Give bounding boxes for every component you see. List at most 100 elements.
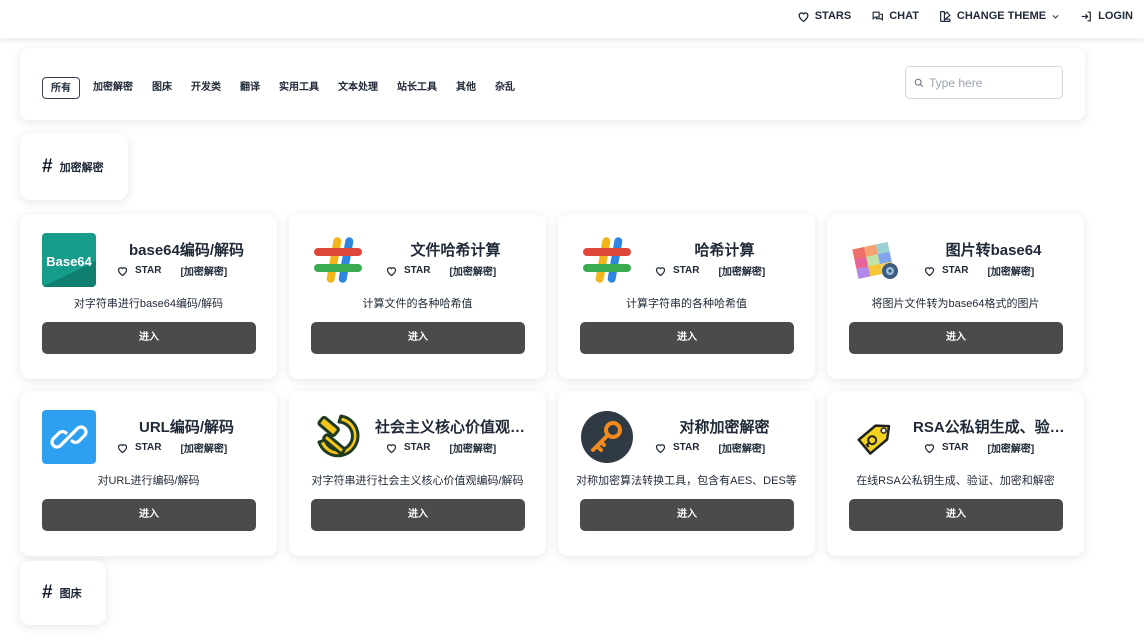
filter-card: 所有 加密解密 图床 开发类 翻译 实用工具 文本处理 站长工具 其他 杂乱 [20, 48, 1085, 120]
card-description: 计算字符串的各种哈希值 [626, 298, 747, 310]
card-tag: [加密解密] [180, 267, 228, 278]
star-button[interactable]: STAR [404, 265, 430, 276]
star-button[interactable]: STAR [135, 442, 161, 453]
tool-card-image-base64: 图片转base64 STAR [加密解密] 将图片文件转为base64格式的图片… [827, 214, 1084, 379]
search-box[interactable] [905, 66, 1063, 99]
tab-webmaster[interactable]: 站长工具 [393, 77, 441, 99]
login-icon [1081, 11, 1092, 21]
tab-misc[interactable]: 杂乱 [491, 77, 519, 99]
card-meta: STAR [加密解密] [923, 263, 1034, 278]
card-title: RSA公私钥生成、验证、加密和解密 [913, 419, 1074, 436]
card-description: 计算文件的各种哈希值 [362, 298, 473, 310]
tab-crypto[interactable]: 加密解密 [89, 77, 137, 99]
card-tag: [加密解密] [449, 267, 497, 278]
tab-dev[interactable]: 开发类 [187, 77, 225, 99]
card-meta: STAR [加密解密] [116, 263, 227, 278]
card-title: base64编码/解码 [128, 242, 245, 259]
card-tag: [加密解密] [718, 267, 766, 278]
tab-text[interactable]: 文本处理 [334, 77, 382, 99]
link-icon [42, 410, 96, 464]
tool-card-core-values: 社会主义核心价值观编码/解码 STAR [加密解密] 对字符串进行社会主义核心价… [289, 391, 546, 556]
heart-icon [798, 11, 809, 22]
card-title: 哈希计算 [694, 242, 755, 259]
card-tag: [加密解密] [987, 444, 1035, 455]
section-header-image-host: # 图床 [20, 561, 106, 625]
star-button[interactable]: STAR [942, 265, 968, 276]
heart-icon[interactable] [923, 265, 936, 277]
enter-button[interactable]: 进入 [311, 322, 525, 354]
section-title: 加密解密 [59, 161, 104, 174]
enter-button[interactable]: 进入 [580, 499, 794, 531]
enter-button[interactable]: 进入 [849, 499, 1063, 531]
tool-card-rsa: RSA公私钥生成、验证、加密和解密 STAR [加密解密] 在线RSA公私钥生成… [827, 391, 1084, 556]
change-theme-label: CHANGE THEME [956, 10, 1047, 22]
category-tabs: 所有 加密解密 图床 开发类 翻译 实用工具 文本处理 站长工具 其他 杂乱 [42, 77, 530, 99]
base64-icon: Base64 [42, 233, 96, 287]
hash-icon [580, 233, 634, 287]
card-description: 在线RSA公私钥生成、验证、加密和解密 [856, 475, 1055, 487]
card-title: 对称加密解密 [679, 419, 770, 436]
base64-icon-text: Base64 [46, 254, 92, 269]
star-button[interactable]: STAR [673, 442, 699, 453]
card-tag: [加密解密] [718, 444, 766, 455]
enter-button[interactable]: 进入 [580, 322, 794, 354]
tool-card-hash: 哈希计算 STAR [加密解密] 计算字符串的各种哈希值 进入 [558, 214, 815, 379]
card-description: 对字符串进行社会主义核心价值观编码/解码 [311, 475, 524, 487]
stars-link[interactable]: STARS [797, 10, 851, 23]
heart-icon[interactable] [385, 265, 398, 277]
tag-key-icon [849, 410, 903, 464]
heart-icon[interactable] [654, 442, 667, 454]
tool-card-base64: Base64 base64编码/解码 STAR [加密解密] 对字符串进行bas… [20, 214, 277, 379]
search-input[interactable] [929, 75, 1054, 90]
hash-symbol: # [42, 155, 53, 177]
chevron-down-icon [1052, 14, 1059, 19]
tab-utilities[interactable]: 实用工具 [275, 77, 323, 99]
card-description: 对字符串进行base64编码/解码 [73, 298, 224, 310]
card-title: URL编码/解码 [139, 419, 234, 436]
card-tag: [加密解密] [449, 444, 497, 455]
star-button[interactable]: STAR [135, 265, 161, 276]
login-link[interactable]: LOGIN [1080, 10, 1133, 23]
heart-icon[interactable] [923, 442, 936, 454]
tool-card-file-hash: 文件哈希计算 STAR [加密解密] 计算文件的各种哈希值 进入 [289, 214, 546, 379]
section-header-crypto: # 加密解密 [20, 133, 128, 200]
card-tag: [加密解密] [180, 444, 228, 455]
heart-icon[interactable] [654, 265, 667, 277]
top-bar: STARS CHAT CHANGE THEME LOGIN [0, 0, 1144, 38]
card-meta: STAR [加密解密] [923, 440, 1034, 455]
chat-link[interactable]: CHAT [871, 10, 919, 23]
card-title: 图片转base64 [945, 242, 1042, 259]
enter-button[interactable]: 进入 [849, 322, 1063, 354]
top-nav: STARS CHAT CHANGE THEME LOGIN [777, 0, 1133, 32]
star-button[interactable]: STAR [673, 265, 699, 276]
card-title: 社会主义核心价值观编码/解码 [375, 419, 536, 436]
heart-icon[interactable] [116, 442, 129, 454]
card-meta: STAR [加密解密] [654, 440, 765, 455]
card-title: 文件哈希计算 [410, 242, 501, 259]
chat-icon [872, 11, 884, 21]
star-button[interactable]: STAR [404, 442, 430, 453]
heart-icon[interactable] [116, 265, 129, 277]
card-meta: STAR [加密解密] [116, 440, 227, 455]
card-description: 对URL进行编码/解码 [97, 475, 200, 487]
hash-symbol: # [42, 582, 53, 603]
card-tag: [加密解密] [987, 267, 1035, 278]
chat-label: CHAT [889, 10, 919, 22]
card-description: 将图片文件转为base64格式的图片 [871, 298, 1040, 310]
change-theme-dropdown[interactable]: CHANGE THEME [939, 10, 1060, 23]
hammer-sickle-icon [311, 410, 365, 464]
tab-image-host[interactable]: 图床 [148, 77, 176, 99]
image-icon [849, 233, 903, 287]
stars-label: STARS [814, 10, 852, 22]
heart-icon[interactable] [385, 442, 398, 454]
enter-button[interactable]: 进入 [42, 322, 256, 354]
tab-all[interactable]: 所有 [42, 77, 80, 99]
enter-button[interactable]: 进入 [42, 499, 256, 531]
star-button[interactable]: STAR [942, 442, 968, 453]
login-label: LOGIN [1098, 10, 1133, 22]
card-description: 对称加密算法转换工具，包含有AES、DES等 [576, 475, 797, 487]
tab-other[interactable]: 其他 [452, 77, 480, 99]
tab-translate[interactable]: 翻译 [236, 77, 264, 99]
hash-icon [311, 233, 365, 287]
enter-button[interactable]: 进入 [311, 499, 525, 531]
